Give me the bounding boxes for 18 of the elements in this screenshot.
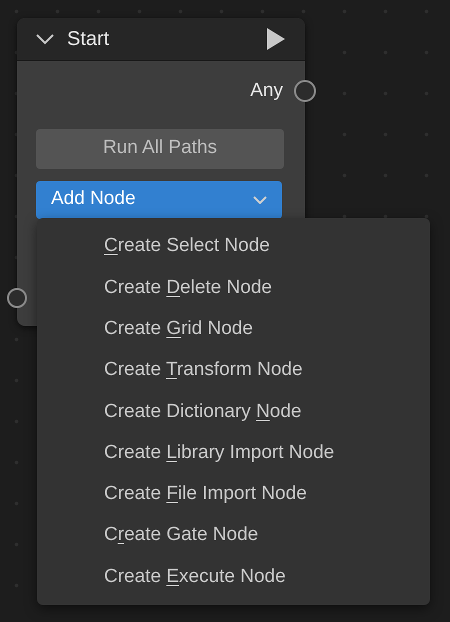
menu-item[interactable]: Create Transform Node: [37, 350, 430, 392]
output-socket[interactable]: [294, 80, 316, 102]
play-icon[interactable]: [265, 26, 287, 52]
input-socket[interactable]: [7, 288, 27, 308]
menu-item[interactable]: Create Execute Node: [37, 556, 430, 598]
menu-item[interactable]: Create Select Node: [37, 226, 430, 268]
node-title: Start: [67, 27, 110, 52]
chevron-icon[interactable]: [35, 33, 55, 45]
run-all-paths-button[interactable]: Run All Paths: [36, 128, 284, 168]
menu-item[interactable]: Create Dictionary Node: [37, 391, 430, 432]
menu-item[interactable]: Create Gate Node: [37, 515, 430, 556]
add-node-dropdown[interactable]: Add Node: [36, 180, 282, 218]
menu-item[interactable]: Create Delete Node: [37, 267, 430, 309]
menu-item[interactable]: Create Library Import Node: [37, 432, 430, 474]
socket-label: Any: [250, 79, 283, 103]
caret-icon: [253, 196, 267, 204]
menu-item[interactable]: Create File Import Node: [37, 474, 430, 516]
menu-item[interactable]: Create Grid Node: [37, 308, 430, 350]
